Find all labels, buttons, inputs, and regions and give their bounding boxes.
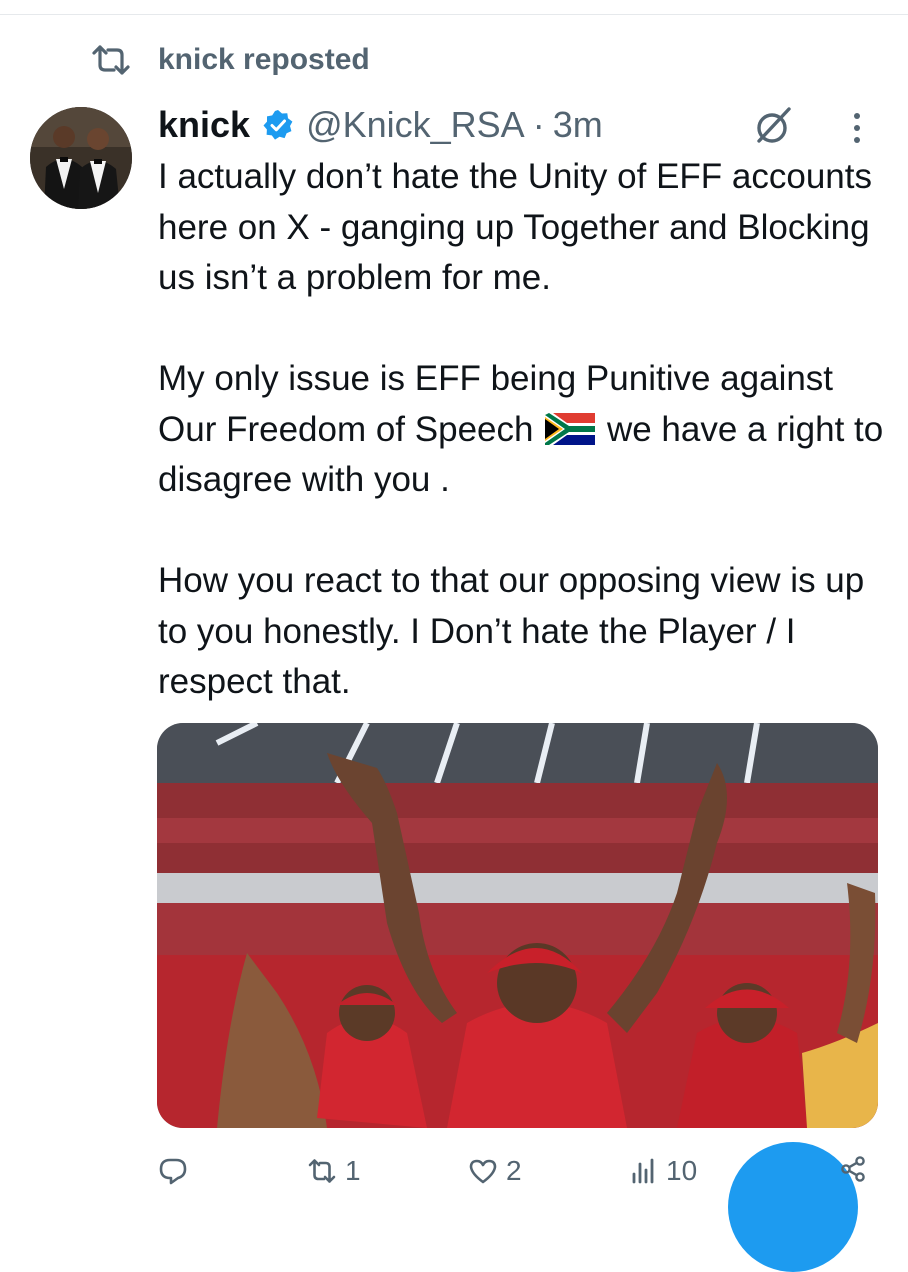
like-icon <box>469 1159 497 1184</box>
tweet-paragraph: How you react to that our opposing view … <box>158 561 865 701</box>
repost-icon <box>308 1159 336 1183</box>
tweet-paragraph: My only issue is EFF being Punitive agai… <box>158 354 888 506</box>
like-button[interactable]: 2 <box>468 1148 522 1194</box>
author-handle[interactable]: @Knick_RSA <box>306 104 525 146</box>
views-button[interactable]: 10 <box>628 1148 697 1194</box>
tweet-text: I actually don’t hate the Unity of EFF a… <box>158 152 888 708</box>
more-icon[interactable] <box>842 108 872 148</box>
verified-badge-icon <box>263 110 293 140</box>
reply-icon <box>159 1158 187 1185</box>
top-divider <box>0 14 908 15</box>
like-count: 2 <box>506 1155 522 1186</box>
share-icon[interactable] <box>838 1154 868 1184</box>
grok-icon[interactable] <box>752 104 796 148</box>
tweet-paragraph: I actually don’t hate the Unity of EFF a… <box>158 157 872 297</box>
tweet-photo[interactable] <box>157 723 878 1128</box>
repost-icon <box>92 45 130 75</box>
south-africa-flag-icon <box>545 412 596 445</box>
reply-button[interactable] <box>158 1148 196 1194</box>
separator-dot: · <box>532 104 545 145</box>
display-name[interactable]: knick <box>158 104 250 146</box>
tweet-header: knick @Knick_RSA · 3m <box>158 102 603 148</box>
repost-button[interactable]: 1 <box>307 1148 361 1194</box>
views-icon <box>632 1158 654 1184</box>
repost-context[interactable]: knick reposted <box>90 40 370 80</box>
repost-count: 1 <box>345 1155 361 1186</box>
repost-label: knick reposted <box>158 43 370 76</box>
avatar[interactable] <box>30 107 132 209</box>
views-count: 10 <box>666 1155 698 1186</box>
tweet-timestamp[interactable]: 3m <box>553 104 603 146</box>
